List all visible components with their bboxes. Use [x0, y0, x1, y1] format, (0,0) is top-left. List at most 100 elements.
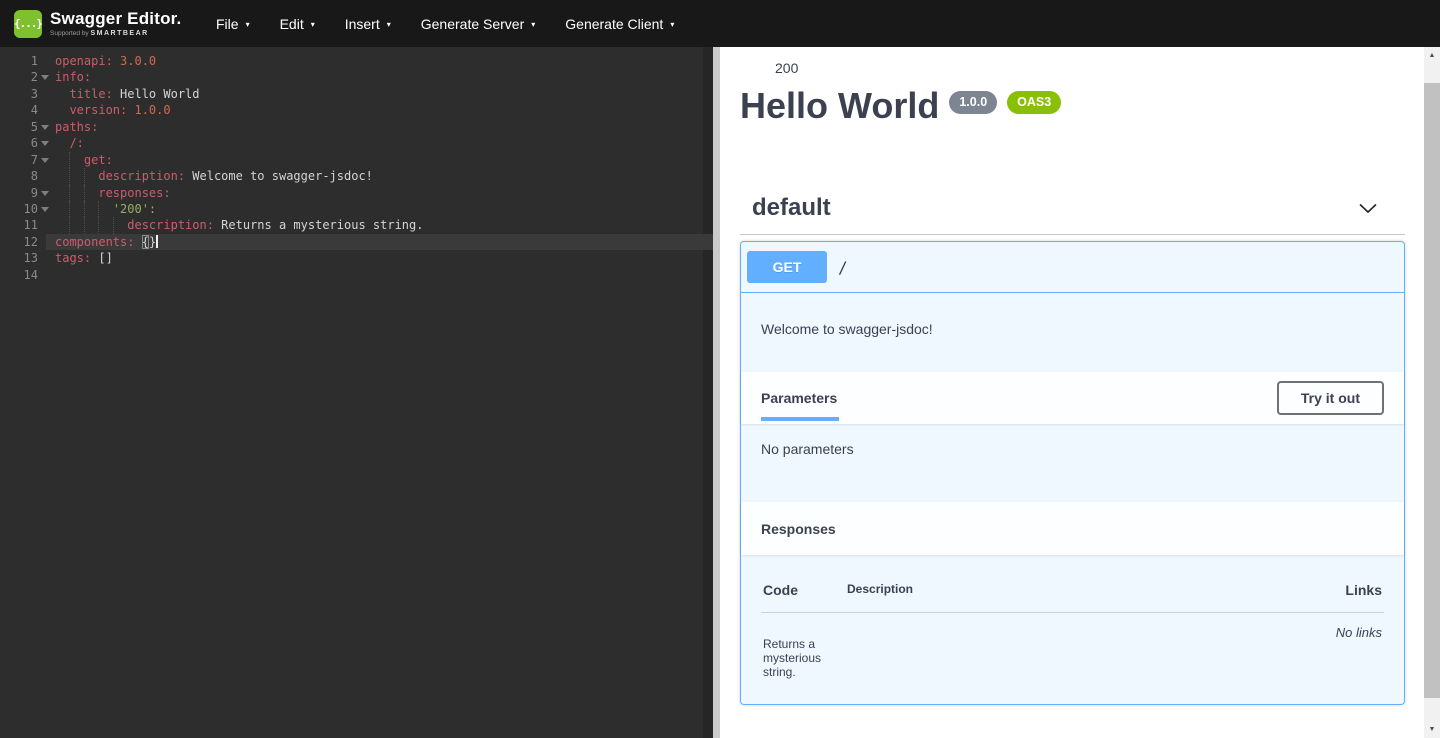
tagline-prefix: Supported by	[50, 30, 89, 37]
line-number: 1	[0, 53, 38, 69]
editor-line-1[interactable]: 1 openapi: 3.0.0	[0, 53, 713, 69]
scroll-down-arrow-icon[interactable]: ▼	[1424, 721, 1440, 738]
scroll-up-arrow-icon[interactable]: ▲	[1424, 47, 1440, 64]
code-text: description: Returns a mysterious string…	[55, 217, 423, 233]
menu-edit[interactable]: Edit ▾	[280, 16, 315, 32]
oas3-badge: OAS3	[1007, 91, 1061, 114]
editor-line-7[interactable]: 7 get:	[0, 152, 713, 168]
editor-line-2[interactable]: 2 info:	[0, 69, 713, 85]
editor-line-13[interactable]: 13 tags: []	[0, 250, 713, 266]
code-text: /:	[55, 135, 84, 151]
code-text: info:	[55, 69, 91, 85]
operation-description: Welcome to swagger-jsdoc!	[741, 293, 1404, 372]
caret-down-icon: ▾	[246, 20, 250, 29]
editor-line-6[interactable]: 6 /:	[0, 135, 713, 151]
code-text: tags: []	[55, 250, 113, 266]
menu-file[interactable]: File ▾	[216, 16, 250, 32]
fold-toggle-icon[interactable]	[41, 207, 49, 212]
line-number: 7	[0, 152, 38, 168]
responses-col-header-links: Links	[1345, 582, 1382, 598]
parameters-header: Parameters Try it out	[741, 372, 1404, 424]
code-text: version: 1.0.0	[55, 102, 171, 118]
code-text: title: Hello World	[55, 86, 200, 102]
api-title-text: Hello World	[740, 88, 939, 124]
code-editor[interactable]: 1openapi: 3.0.02info:3 title: Hello Worl…	[0, 47, 713, 738]
menu-generate-server[interactable]: Generate Server▾	[421, 16, 536, 32]
swagger-logo-icon: {...}	[14, 10, 42, 38]
scrollbar-thumb[interactable]	[1424, 83, 1440, 698]
menu-label: Generate Client	[565, 16, 663, 32]
fold-toggle-icon[interactable]	[41, 191, 49, 196]
text-cursor	[156, 235, 158, 248]
editor-line-14[interactable]: 14	[0, 267, 713, 283]
fold-toggle-icon[interactable]	[41, 141, 49, 146]
try-it-out-button[interactable]: Try it out	[1277, 381, 1384, 415]
line-number: 5	[0, 119, 38, 135]
editor-line-4[interactable]: 4 version: 1.0.0	[0, 102, 713, 118]
editor-line-12[interactable]: 12 components: {}	[0, 234, 713, 250]
code-text: responses:	[55, 185, 171, 201]
editor-line-11[interactable]: 11 description: Returns a mysterious str…	[0, 217, 713, 233]
response-description: Returns a mysterious string.	[763, 613, 847, 679]
caret-down-icon: ▾	[311, 20, 315, 29]
tab-parameters[interactable]: Parameters	[761, 372, 837, 424]
top-bar: {...} Swagger Editor. Supported by SMART…	[0, 0, 1440, 47]
menu-label: File	[216, 16, 239, 32]
tagline-brand: SMARTBEAR	[90, 30, 148, 37]
responses-table: CodeDescriptionLinks 200Returns a myster…	[741, 555, 1404, 704]
swagger-editor-app: {...} Swagger Editor. Supported by SMART…	[0, 0, 1440, 738]
menu-insert[interactable]: Insert ▾	[345, 16, 391, 32]
code-text: get:	[55, 152, 113, 168]
method-badge: GET	[747, 251, 827, 283]
menu-label: Edit	[280, 16, 304, 32]
responses-table-rows: 200Returns a mysterious string.No links	[761, 613, 1384, 679]
caret-down-icon: ▾	[531, 20, 535, 29]
line-number: 3	[0, 86, 38, 102]
line-number: 12	[0, 234, 38, 250]
editor-line-9[interactable]: 9 responses:	[0, 185, 713, 201]
caret-down-icon: ▾	[670, 20, 674, 29]
responses-col-header-code: Code	[763, 582, 847, 598]
line-number: 11	[0, 217, 38, 233]
pane-splitter[interactable]	[713, 47, 720, 738]
responses-title: Responses	[761, 521, 836, 537]
fold-toggle-icon[interactable]	[41, 75, 49, 80]
version-badge: 1.0.0	[949, 91, 997, 114]
editor-line-10[interactable]: 10 '200':	[0, 201, 713, 217]
fold-toggle-icon[interactable]	[41, 125, 49, 130]
code-text: components: {}	[55, 234, 158, 250]
tag-name: default	[752, 194, 831, 222]
line-number: 4	[0, 102, 38, 118]
chevron-down-icon[interactable]	[1357, 198, 1379, 218]
no-parameters-text: No parameters	[761, 441, 854, 457]
api-title: Hello World 1.0.0 OAS3	[740, 88, 1424, 124]
brand-name: Swagger Editor.	[50, 10, 181, 27]
caret-down-icon: ▾	[387, 20, 391, 29]
editor-line-5[interactable]: 5 paths:	[0, 119, 713, 135]
brand-tagline: Supported by SMARTBEAR	[50, 30, 181, 38]
operation-summary[interactable]: GET /	[741, 242, 1404, 293]
menu-generate-client[interactable]: Generate Client ▾	[565, 16, 674, 32]
swagger-ui-preview: Hello World 1.0.0 OAS3 default GET / Wel…	[720, 47, 1424, 738]
line-number: 14	[0, 267, 38, 283]
editor-line-8[interactable]: 8 description: Welcome to swagger-jsdoc!	[0, 168, 713, 184]
code-text: paths:	[55, 119, 98, 135]
line-number: 10	[0, 201, 38, 217]
line-number: 6	[0, 135, 38, 151]
menu-label: Insert	[345, 16, 380, 32]
fold-toggle-icon[interactable]	[41, 158, 49, 163]
response-links: No links	[1336, 613, 1382, 679]
code-text: openapi: 3.0.0	[55, 53, 156, 69]
line-number: 2	[0, 69, 38, 85]
editor-line-3[interactable]: 3 title: Hello World	[0, 86, 713, 102]
preview-scrollbar[interactable]: ▲ ▼	[1424, 47, 1440, 738]
responses-table-head: CodeDescriptionLinks	[761, 568, 1384, 613]
line-number: 13	[0, 250, 38, 266]
line-number: 9	[0, 185, 38, 201]
brand-text: Swagger Editor. Supported by SMARTBEAR	[50, 10, 181, 38]
parameters-body: No parameters	[741, 424, 1404, 502]
response-code: 200	[775, 47, 798, 76]
operation-path: /	[838, 258, 848, 277]
responses-col-header-description: Description	[847, 582, 1345, 598]
tag-section-default[interactable]: default	[740, 194, 1405, 235]
